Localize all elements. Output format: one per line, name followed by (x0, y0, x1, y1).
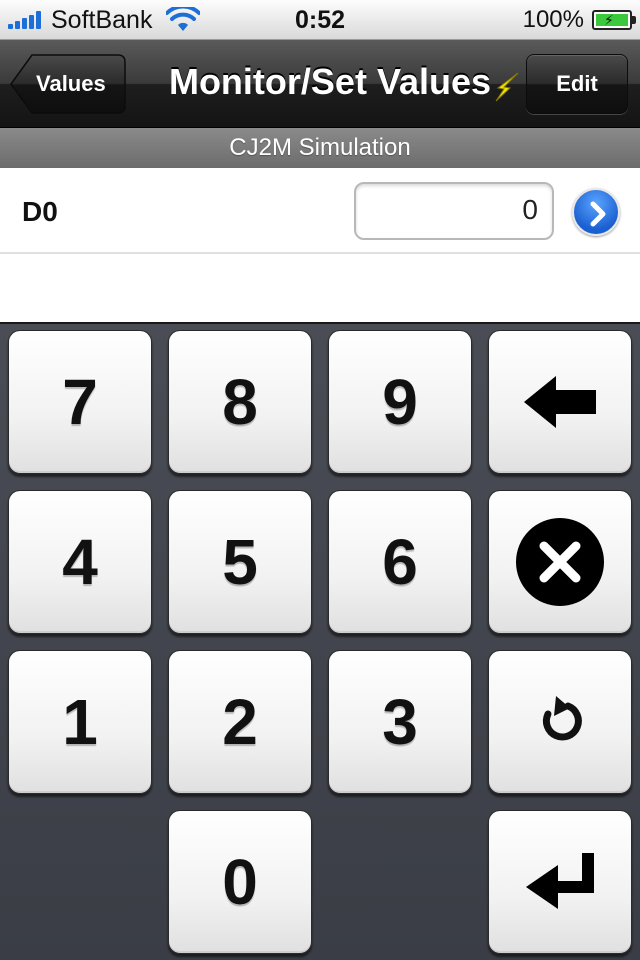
charging-icon: ⚡ (604, 12, 614, 28)
key-5[interactable]: 5 (168, 490, 312, 634)
value-input[interactable]: 0 (354, 182, 554, 240)
battery-icon: ⚡ (592, 10, 636, 30)
back-button-label: Values (36, 71, 106, 96)
section-header: CJ2M Simulation (0, 128, 640, 168)
enter-icon (526, 853, 594, 909)
navigation-bar: Values Monitor/Set Values Edit (0, 40, 640, 128)
key-1-label: 1 (62, 686, 98, 758)
key-9[interactable]: 9 (328, 330, 472, 474)
key-6[interactable]: 6 (328, 490, 472, 634)
key-3[interactable]: 3 (328, 650, 472, 794)
page-title: Monitor/Set Values (168, 61, 492, 102)
key-9-label: 9 (382, 366, 418, 438)
numeric-keypad: 7 8 9 4 5 6 1 2 3 0 (0, 322, 640, 960)
enter-key[interactable] (488, 810, 632, 954)
backspace-icon (524, 376, 596, 428)
key-8-label: 8 (222, 366, 258, 438)
undo-key[interactable] (488, 650, 632, 794)
status-bar: SoftBank 0:52 100% ⚡ (0, 0, 640, 40)
undo-icon (542, 696, 582, 741)
key-5-label: 5 (222, 526, 258, 598)
key-4[interactable]: 4 (8, 490, 152, 634)
key-7-label: 7 (62, 366, 98, 438)
key-3-label: 3 (382, 686, 418, 758)
status-right: 100% ⚡ (522, 4, 636, 36)
key-6-label: 6 (382, 526, 418, 598)
chevron-right-icon (590, 201, 606, 227)
disclosure-button[interactable] (572, 188, 620, 236)
row-label: D0 (22, 196, 58, 227)
edit-button[interactable]: Edit (526, 54, 628, 114)
key-4-label: 4 (62, 526, 98, 598)
key-2-label: 2 (222, 686, 258, 758)
values-table: D0 0 (0, 168, 640, 322)
table-row[interactable]: D0 0 (0, 168, 640, 254)
key-2[interactable]: 2 (168, 650, 312, 794)
battery-percent: 100% (522, 6, 584, 33)
key-1[interactable]: 1 (8, 650, 152, 794)
key-7[interactable]: 7 (8, 330, 152, 474)
key-8[interactable]: 8 (168, 330, 312, 474)
back-button[interactable]: Values (10, 54, 126, 114)
clear-key[interactable] (488, 490, 632, 634)
backspace-key[interactable] (488, 330, 632, 474)
key-0[interactable]: 0 (168, 810, 312, 954)
lightning-icon (495, 72, 519, 102)
clear-icon (516, 518, 604, 606)
key-0-label: 0 (222, 846, 258, 918)
